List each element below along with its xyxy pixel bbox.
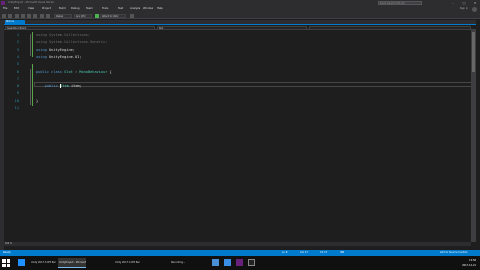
redo-icon[interactable] [46,13,50,18]
window-title: UnityProject - Microsoft Visual Studio [8,1,55,4]
menu-help[interactable]: Help [157,7,163,10]
debug-target-select[interactable]: Attach to Unity [100,13,126,18]
code-token: class [51,69,65,74]
change-tracking-bar [32,64,34,106]
member-dropdown[interactable] [309,25,471,30]
taskbar-unity-editor[interactable]: Unity 2017.3.0f3 Personal [30,258,56,268]
line-number: 11 [14,106,19,110]
line-number: 5 [16,62,19,67]
line-number: 3 [16,47,19,52]
status-line: Ln 8 [282,251,288,254]
taskbar-unity-player[interactable]: Unity 2017.3.0f3 Person [114,258,140,268]
menu-analyze[interactable]: Analyze [130,7,140,10]
vertical-scrollbar[interactable] [471,30,476,242]
current-line-highlight [34,82,475,87]
standard-toolbar: Debug Any CPU Attach to Unity [0,12,480,19]
save-icon[interactable] [27,13,31,18]
menu-view[interactable]: View [28,7,34,10]
solution-configuration-select[interactable]: Debug [54,13,72,18]
sign-in-link[interactable]: Sign in [460,7,468,10]
save-all-icon[interactable] [33,13,37,18]
code-token: using [36,47,49,52]
windows-taskbar: Unity 2017.3.0f3 Personal UnityProject -… [0,256,480,270]
code-line[interactable]: using UnityEngine.UI; [36,55,81,59]
system-clock[interactable]: 13:56 2017-12-21 [462,258,476,268]
code-token: public [36,84,60,89]
menu-build[interactable]: Build [59,7,66,10]
status-insert-mode: INS [340,251,345,254]
code-token: Item [60,84,69,89]
visual-studio-taskbar-icon[interactable] [236,259,243,266]
line-number: 9 [16,91,19,96]
code-token: System.Collections.Generic; [48,40,108,45]
menu-project[interactable]: Project [42,7,51,10]
code-line[interactable]: using UnityEngine; [36,48,75,52]
code-token: UnityEngine.UI; [48,54,82,59]
code-token: } [36,98,39,103]
status-character: Ch 17 [320,251,328,254]
code-token: Slot [64,69,73,74]
toolbar-options-icon[interactable] [130,13,134,18]
taskbar-visual-studio[interactable]: UnityProject - Microsoft [58,258,86,268]
outline-fold-bar [30,34,31,56]
status-column: Col 17 [300,251,308,254]
edge-browser-icon[interactable] [224,259,231,266]
menu-team[interactable]: Team [86,7,93,10]
line-number: 8 [16,84,19,89]
visual-studio-logo-icon [1,1,5,5]
clock-date: 2017-12-21 [462,264,476,267]
menu-edit[interactable]: Edit [14,7,19,10]
code-token: { [107,69,112,74]
menu-window[interactable]: Window [143,7,153,10]
project-dropdown[interactable]: Assembly-CSharp [5,25,155,30]
menu-test[interactable]: Test [118,7,123,10]
code-token: using [36,33,49,37]
quick-launch-input[interactable]: Quick Launch (Ctrl+Q) [378,1,422,5]
zoom-level[interactable]: 100 % [4,242,12,246]
code-token: using [36,54,49,59]
unity-taskbar-icon[interactable] [248,259,255,266]
line-number: 7 [16,76,19,81]
back-icon[interactable] [2,13,6,18]
line-number: 2 [16,40,19,45]
start-debugging-icon[interactable] [95,13,99,18]
account-avatar-icon[interactable] [472,6,477,12]
forward-icon[interactable] [8,13,12,18]
line-number: 6 [16,69,19,74]
solution-platform-select[interactable]: Any CPU [74,13,92,18]
status-ready: Ready [3,251,11,254]
menu-tools[interactable]: Tools [102,7,108,10]
code-editor[interactable]: using System.Collections; using System.Co… [4,30,476,246]
code-line[interactable]: public Item item; [36,84,82,89]
new-project-icon[interactable] [15,13,19,18]
outline-fold-bar [30,69,31,105]
open-file-icon[interactable] [21,13,25,18]
code-line[interactable]: } [36,99,38,103]
code-line[interactable]: using System.Collections.Generic; [36,40,107,44]
code-token: MonoBehaviour [79,69,108,74]
cortana-icon[interactable] [18,259,25,266]
code-token: System.Collections; [48,33,91,37]
file-explorer-icon[interactable] [212,259,219,266]
code-line[interactable]: public class Slot : MonoBehaviour { [36,70,112,74]
line-number: 10 [14,98,19,103]
change-tracking-bar [32,32,34,57]
menu-debug[interactable]: Debug [71,7,80,10]
taskbar-recorder[interactable]: Recording... [170,258,194,268]
tab-slot-cs[interactable]: Slot.cs [5,20,25,24]
undo-icon[interactable] [40,13,44,18]
line-number: 1 [16,33,19,37]
code-token: UnityEngine; [48,47,75,52]
vertical-scrollbar-thumb[interactable] [472,32,475,72]
code-token: public [36,69,52,74]
menu-file[interactable]: File [3,7,7,10]
windows-start-icon[interactable] [2,259,10,267]
code-token: item; [68,84,82,89]
code-token: using [36,40,49,45]
horizontal-scrollbar[interactable]: 100 % [4,242,471,246]
add-to-source-control-button[interactable]: Add to Source Control [440,251,467,254]
class-dropdown[interactable]: Slot [157,25,307,30]
line-number: 4 [16,54,19,59]
code-line[interactable]: using System.Collections; [36,33,90,37]
